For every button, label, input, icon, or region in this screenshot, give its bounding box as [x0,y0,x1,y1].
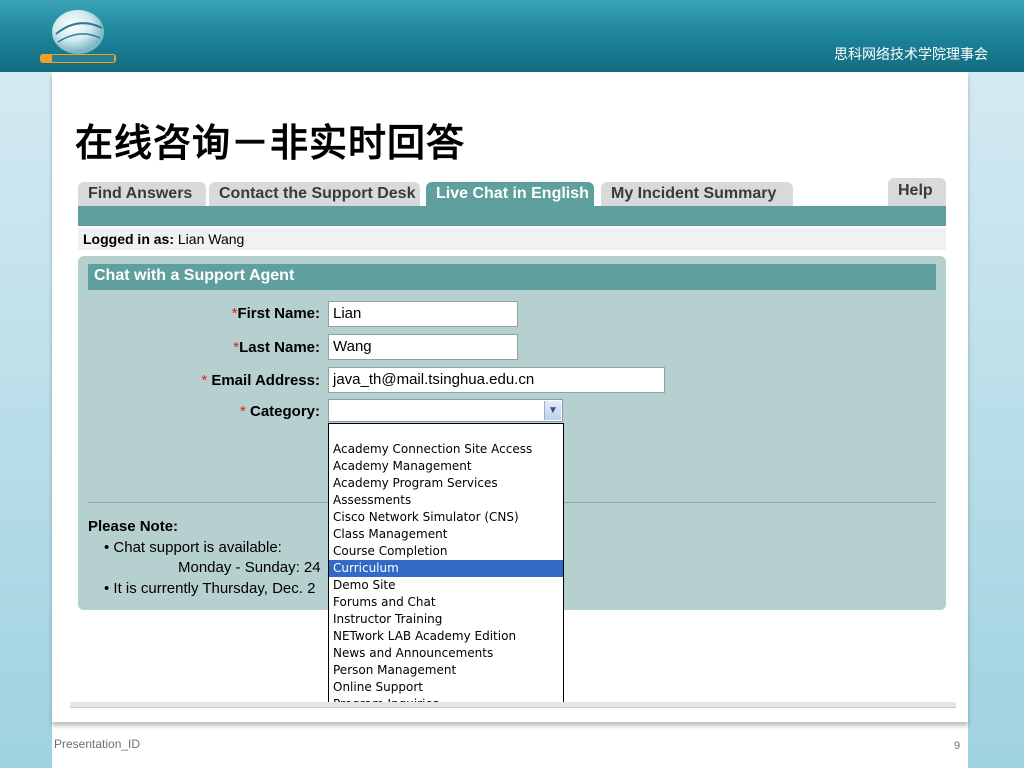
dropdown-option[interactable]: Assessments [329,492,563,509]
first-name-input[interactable]: Lian [328,301,518,327]
first-name-label: *First Name: [231,305,320,322]
left-band [0,72,52,768]
dropdown-option[interactable] [329,424,563,441]
dropdown-option[interactable]: Class Management [329,526,563,543]
slide-title: 在线咨询－非实时回答 [75,121,466,165]
cisco-academy-logo [40,10,116,63]
note-line-availability: • Chat support is available: [104,539,282,556]
dropdown-option[interactable]: Course Completion [329,543,563,560]
tab-contact-support-desk[interactable]: Contact the Support Desk [209,182,420,206]
org-name: 思科网络技术学院理事会 [834,47,988,63]
dropdown-option[interactable]: Online Support [329,679,563,696]
slide-header: 思科网络技术学院理事会 [0,0,1024,72]
dropdown-option[interactable]: Forums and Chat [329,594,563,611]
tab-find-answers[interactable]: Find Answers [78,182,206,206]
required-mark: * [239,403,246,420]
dropdown-option[interactable]: Academy Connection Site Access [329,441,563,458]
tab-bar [78,206,946,226]
footer-page-number: 9 [954,740,961,752]
note-title: Please Note: [88,518,179,535]
dropdown-option[interactable]: NETwork LAB Academy Edition [329,628,563,645]
note-line-current-day: • It is currently Thursday, Dec. 2 [104,580,316,597]
logged-in-user: Lian Wang [177,231,245,247]
dropdown-option[interactable]: Person Management [329,662,563,679]
logged-in-label: Logged in as: [83,231,174,247]
email-label: * Email Address: [201,372,320,389]
required-mark: * [201,372,208,389]
chat-panel-header: Chat with a Support Agent [88,264,936,290]
tab-strip: Find Answers Contact the Support Desk Li… [78,178,946,206]
chevron-down-icon[interactable]: ▼ [544,401,561,420]
horizontal-scrollbar[interactable] [70,702,956,708]
logged-in-bar: Logged in as: Lian Wang [78,228,946,250]
note-line-hours: Monday - Sunday: 24 [178,559,321,576]
last-name-label: *Last Name: [233,339,320,356]
dropdown-option[interactable]: Cisco Network Simulator (CNS) [329,509,563,526]
email-input[interactable]: java_th@mail.tsinghua.edu.cn [328,367,665,393]
tab-live-chat[interactable]: Live Chat in English [426,182,594,206]
tab-my-incident-summary[interactable]: My Incident Summary [601,182,793,206]
tab-help[interactable]: Help [888,178,946,206]
footer-presentation-id: Presentation_ID [54,737,141,751]
category-select[interactable]: ▼ [328,399,563,422]
dropdown-option-highlighted[interactable]: Curriculum [329,560,563,577]
dropdown-option[interactable]: News and Announcements [329,645,563,662]
last-name-input[interactable]: Wang [328,334,518,360]
category-dropdown-list[interactable]: Academy Connection Site Access Academy M… [328,423,564,707]
dropdown-option[interactable]: Demo Site [329,577,563,594]
dropdown-option[interactable]: Academy Program Services [329,475,563,492]
right-band [968,72,1024,768]
dropdown-option[interactable]: Academy Management [329,458,563,475]
dropdown-option[interactable]: Instructor Training [329,611,563,628]
category-label: * Category: [239,403,320,420]
